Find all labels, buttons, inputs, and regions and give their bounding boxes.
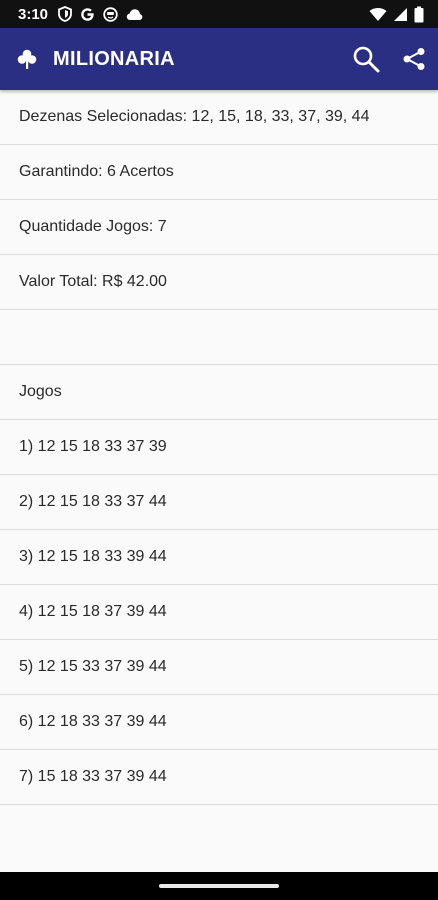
- list-item-garantindo[interactable]: Garantindo: 6 Acertos: [0, 145, 438, 200]
- face-icon: [103, 6, 118, 22]
- garantindo-label: Garantindo: 6 Acertos: [19, 163, 174, 180]
- status-icons-right: [369, 6, 424, 23]
- jogo-label: 6) 12 18 33 37 39 44: [19, 713, 167, 730]
- jogo-label: 3) 12 15 18 33 39 44: [19, 548, 167, 565]
- list-item-jogo[interactable]: 7) 15 18 33 37 39 44: [0, 750, 438, 805]
- jogo-label: 4) 12 15 18 37 39 44: [19, 603, 167, 620]
- jogo-label: 7) 15 18 33 37 39 44: [19, 768, 167, 785]
- app-bar: MILIONARIA: [0, 28, 438, 90]
- list-item-jogo[interactable]: 4) 12 15 18 37 39 44: [0, 585, 438, 640]
- battery-icon: [414, 6, 424, 22]
- list-item-jogo[interactable]: 3) 12 15 18 33 39 44: [0, 530, 438, 585]
- home-gesture-handle[interactable]: [159, 884, 279, 888]
- google-icon: [81, 7, 94, 21]
- list-item-jogos-header[interactable]: Jogos: [0, 365, 438, 420]
- app-actions: [342, 35, 438, 83]
- share-button[interactable]: [390, 35, 438, 83]
- list-item-dezenas[interactable]: Dezenas Selecionadas: 12, 15, 18, 33, 37…: [0, 90, 438, 145]
- jogo-label: 5) 12 15 33 37 39 44: [19, 658, 167, 675]
- wifi-icon: [369, 7, 387, 21]
- dezenas-label: Dezenas Selecionadas: 12, 15, 18, 33, 37…: [19, 108, 370, 125]
- quantidade-label: Quantidade Jogos: 7: [19, 218, 167, 235]
- status-time: 3:10: [18, 5, 49, 23]
- navigation-bar: [0, 872, 438, 900]
- status-icons-left: [58, 6, 143, 22]
- list-item-jogo[interactable]: 5) 12 15 33 37 39 44: [0, 640, 438, 695]
- share-icon: [403, 48, 425, 70]
- jogo-label: 1) 12 15 18 33 37 39: [19, 438, 167, 455]
- search-icon: [353, 46, 380, 73]
- clover-icon: [14, 46, 40, 72]
- list-item-jogo[interactable]: 2) 12 15 18 33 37 44: [0, 475, 438, 530]
- list-item-quantidade[interactable]: Quantidade Jogos: 7: [0, 200, 438, 255]
- valor-label: Valor Total: R$ 42.00: [19, 273, 167, 290]
- status-bar: 3:10: [0, 0, 438, 28]
- signal-icon: [394, 7, 407, 21]
- jogo-label: 2) 12 15 18 33 37 44: [19, 493, 167, 510]
- list-item-empty[interactable]: [0, 310, 438, 365]
- search-button[interactable]: [342, 35, 390, 83]
- shield-icon: [58, 6, 72, 22]
- jogos-header: Jogos: [19, 383, 62, 400]
- list-item-valor[interactable]: Valor Total: R$ 42.00: [0, 255, 438, 310]
- app-title: MILIONARIA: [53, 47, 175, 70]
- results-list: Dezenas Selecionadas: 12, 15, 18, 33, 37…: [0, 90, 438, 805]
- cloud-icon: [126, 8, 143, 20]
- list-item-jogo[interactable]: 6) 12 18 33 37 39 44: [0, 695, 438, 750]
- list-item-jogo[interactable]: 1) 12 15 18 33 37 39: [0, 420, 438, 475]
